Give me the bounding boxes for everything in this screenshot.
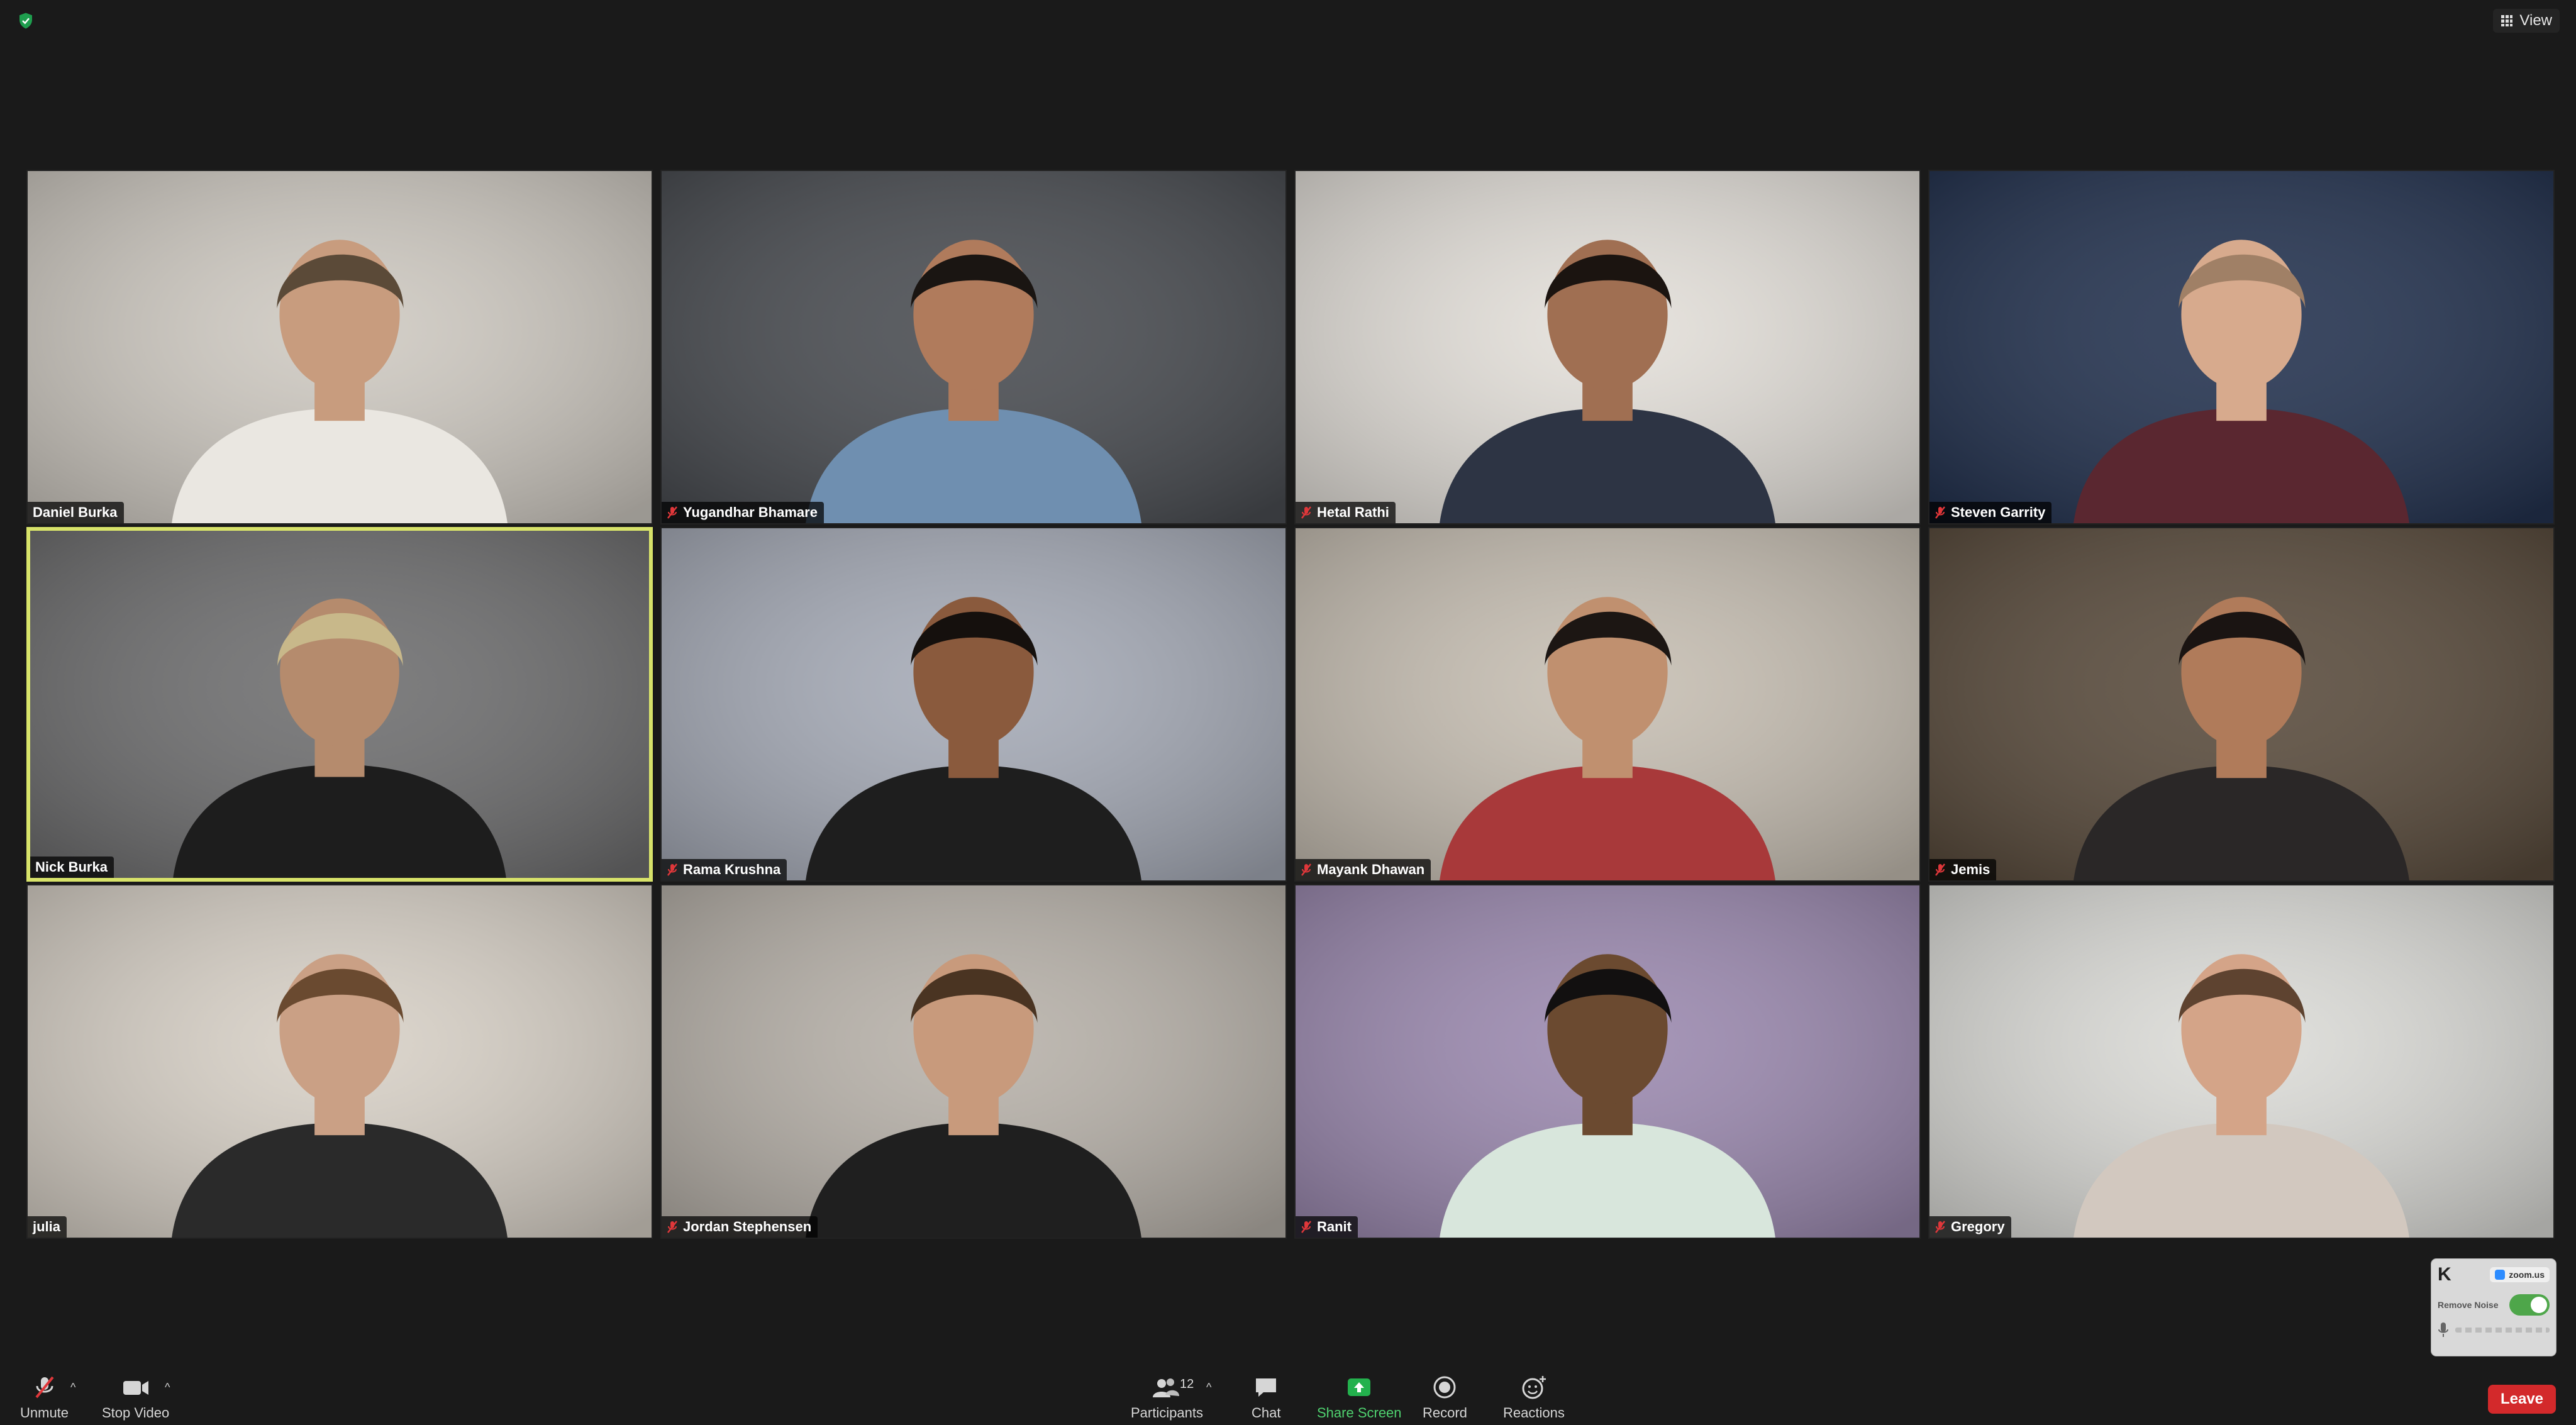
participant-tile[interactable]: Daniel Burka	[26, 170, 653, 524]
audio-options-caret[interactable]: ^	[70, 1381, 75, 1394]
muted-mic-icon	[1301, 863, 1311, 876]
participant-name-tag: julia	[28, 1216, 67, 1238]
video-options-caret[interactable]: ^	[165, 1381, 170, 1394]
unmute-button[interactable]: Unmute	[20, 1375, 69, 1421]
grid-view-icon	[2501, 15, 2513, 26]
participant-name-tag: Nick Burka	[30, 857, 114, 878]
zoom-icon	[2495, 1270, 2506, 1280]
participant-name-tag: Rama Krushna	[662, 859, 787, 880]
participant-name: Nick Burka	[35, 859, 108, 875]
participant-video	[662, 528, 1285, 880]
record-icon	[1433, 1376, 1456, 1399]
participant-name: julia	[33, 1219, 61, 1234]
participant-name: Yugandhar Bhamare	[683, 504, 818, 520]
participant-name: Steven Garrity	[1951, 504, 2046, 520]
participant-video	[662, 171, 1285, 523]
meeting-toolbar: Unmute ^ Stop Video ^ Participants 12 ^ …	[0, 1370, 2576, 1425]
participant-name: Daniel Burka	[33, 504, 118, 520]
smiley-add-icon	[1522, 1376, 1546, 1399]
view-button[interactable]: View	[2493, 9, 2560, 33]
participant-name: Mayank Dhawan	[1317, 862, 1425, 877]
participant-tile[interactable]: Mayank Dhawan	[1294, 527, 1921, 882]
participant-tile[interactable]: Steven Garrity	[1928, 170, 2555, 524]
microphone-muted-icon	[35, 1376, 54, 1399]
view-label: View	[2519, 12, 2552, 29]
record-button[interactable]: Record	[1423, 1375, 1467, 1421]
participant-name-tag: Jordan Stephensen	[662, 1216, 818, 1238]
participant-tile[interactable]: Nick Burka	[26, 527, 653, 882]
participant-video	[1929, 171, 2553, 523]
participant-video	[28, 171, 652, 523]
participant-tile[interactable]: Rama Krushna	[660, 527, 1287, 882]
chat-bubble-icon	[1256, 1378, 1277, 1397]
participant-tile[interactable]: julia	[26, 884, 653, 1239]
leave-button[interactable]: Leave	[2488, 1385, 2556, 1414]
participant-name-tag: Gregory	[1929, 1216, 2011, 1238]
participant-name-tag: Jemis	[1929, 859, 1997, 880]
participant-name: Hetal Rathi	[1317, 504, 1389, 520]
participant-name: Ranit	[1317, 1219, 1352, 1234]
participant-video	[30, 531, 649, 878]
muted-mic-icon	[1935, 863, 1945, 876]
stop-video-button[interactable]: Stop Video	[102, 1375, 169, 1421]
muted-mic-icon	[1935, 1221, 1945, 1233]
muted-mic-icon	[667, 506, 677, 519]
muted-mic-icon	[1935, 506, 1945, 519]
participant-video	[1929, 528, 2553, 880]
participant-count: 12	[1180, 1377, 1194, 1391]
muted-mic-icon	[667, 863, 677, 876]
participant-tile[interactable]: Ranit	[1294, 884, 1921, 1239]
participant-name-tag: Mayank Dhawan	[1296, 859, 1431, 880]
participants-options-caret[interactable]: ^	[1206, 1381, 1211, 1394]
remove-noise-widget: K zoom.us Remove Noise	[2431, 1259, 2556, 1356]
remove-noise-toggle[interactable]	[2509, 1294, 2550, 1316]
participant-video	[1296, 528, 1919, 880]
mic-level-bar	[2455, 1328, 2550, 1333]
participant-name-tag: Steven Garrity	[1929, 502, 2052, 523]
reactions-button[interactable]: Reactions	[1503, 1375, 1565, 1421]
participants-icon	[1153, 1378, 1180, 1397]
participant-tile[interactable]: Hetal Rathi	[1294, 170, 1921, 524]
video-camera-icon	[123, 1381, 148, 1395]
participant-name-tag: Hetal Rathi	[1296, 502, 1396, 523]
muted-mic-icon	[667, 1221, 677, 1233]
krisp-logo: K	[2438, 1264, 2451, 1285]
app-tag: zoom.us	[2490, 1267, 2550, 1282]
participant-name: Jordan Stephensen	[683, 1219, 812, 1234]
muted-mic-icon	[1301, 506, 1311, 519]
remove-noise-label: Remove Noise	[2438, 1300, 2499, 1310]
participant-name: Jemis	[1951, 862, 1990, 877]
participant-video	[1929, 885, 2553, 1238]
participant-video	[1296, 885, 1919, 1238]
participant-name-tag: Daniel Burka	[28, 502, 124, 523]
share-screen-button[interactable]: Share Screen	[1317, 1375, 1402, 1421]
microphone-icon	[2438, 1322, 2448, 1337]
participant-name: Gregory	[1951, 1219, 2005, 1234]
gallery-grid: Daniel Burka Yugandhar Bhamare Hetal Rathi…	[26, 170, 2555, 1239]
participant-name-tag: Ranit	[1296, 1216, 1358, 1238]
participant-name-tag: Yugandhar Bhamare	[662, 502, 824, 523]
participant-video	[28, 885, 652, 1238]
share-screen-icon	[1348, 1378, 1371, 1396]
participant-tile[interactable]: Jemis	[1928, 527, 2555, 882]
chat-button[interactable]: Chat	[1252, 1375, 1280, 1421]
participant-tile[interactable]: Yugandhar Bhamare	[660, 170, 1287, 524]
participant-video	[662, 885, 1285, 1238]
participant-name: Rama Krushna	[683, 862, 781, 877]
shield-icon[interactable]	[16, 11, 35, 30]
participant-tile[interactable]: Gregory	[1928, 884, 2555, 1239]
participant-video	[1296, 171, 1919, 523]
participant-tile[interactable]: Jordan Stephensen	[660, 884, 1287, 1239]
muted-mic-icon	[1301, 1221, 1311, 1233]
